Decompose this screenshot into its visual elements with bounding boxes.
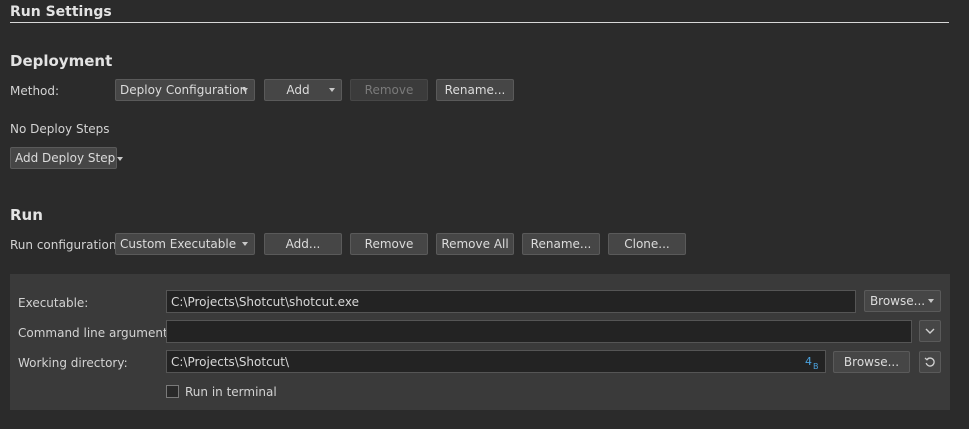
executable-value: C:\Projects\Shotcut\shotcut.exe: [171, 294, 359, 309]
executable-browse-button[interactable]: Browse...: [864, 290, 941, 312]
run-configuration-select[interactable]: Custom Executable: [115, 233, 255, 255]
svg-text:4: 4: [805, 355, 812, 368]
variables-icon[interactable]: 4 B: [804, 354, 822, 371]
add-deploy-step-label: Add Deploy Step: [15, 151, 116, 165]
working-directory-field[interactable]: C:\Projects\Shotcut\: [166, 350, 826, 373]
run-in-terminal-checkbox[interactable]: [166, 385, 179, 398]
add-deploy-step-button[interactable]: Add Deploy Step: [10, 147, 124, 169]
no-deploy-steps-text: No Deploy Steps: [10, 122, 110, 136]
run-in-terminal-label: Run in terminal: [185, 385, 277, 399]
working-directory-label: Working directory:: [18, 356, 128, 370]
executable-label: Executable:: [18, 296, 89, 310]
chevron-down-icon: [928, 299, 934, 303]
page-title: Run Settings: [10, 4, 112, 20]
chevron-down-icon: [117, 156, 124, 161]
deployment-heading: Deployment: [10, 52, 113, 70]
deploy-rename-button[interactable]: Rename...: [436, 79, 514, 101]
working-directory-value: C:\Projects\Shotcut\: [171, 354, 290, 369]
chevron-down-icon: [925, 328, 935, 334]
run-remove-all-button[interactable]: Remove All: [436, 233, 514, 255]
deploy-remove-button[interactable]: Remove: [350, 79, 428, 101]
title-divider: [10, 22, 949, 23]
executable-browse-label: Browse...: [869, 294, 926, 308]
chevron-down-icon: [242, 242, 248, 246]
deploy-add-label: Add: [286, 83, 310, 97]
run-clone-button[interactable]: Clone...: [608, 233, 686, 255]
svg-text:B: B: [813, 362, 819, 370]
run-configuration-value: Custom Executable: [120, 237, 237, 251]
arguments-label: Command line arguments:: [18, 326, 178, 340]
run-remove-button[interactable]: Remove: [350, 233, 428, 255]
deploy-configuration-value: Deploy Configuration: [120, 83, 248, 97]
arguments-field[interactable]: [166, 320, 912, 343]
reset-working-directory-button[interactable]: [919, 351, 941, 373]
deploy-configuration-select[interactable]: Deploy Configuration: [115, 79, 255, 101]
run-configuration-label: Run configuration:: [10, 238, 121, 252]
chevron-down-icon: [242, 88, 248, 92]
run-heading: Run: [10, 206, 43, 224]
reset-icon: [924, 357, 935, 367]
run-add-button[interactable]: Add...: [264, 233, 342, 255]
run-rename-button[interactable]: Rename...: [522, 233, 600, 255]
working-directory-browse-button[interactable]: Browse...: [833, 351, 910, 373]
expand-arguments-button[interactable]: [919, 320, 941, 342]
deploy-add-button[interactable]: Add: [264, 79, 342, 101]
executable-field[interactable]: C:\Projects\Shotcut\shotcut.exe: [166, 290, 856, 313]
chevron-down-icon: [329, 88, 335, 92]
method-label: Method:: [10, 84, 60, 98]
